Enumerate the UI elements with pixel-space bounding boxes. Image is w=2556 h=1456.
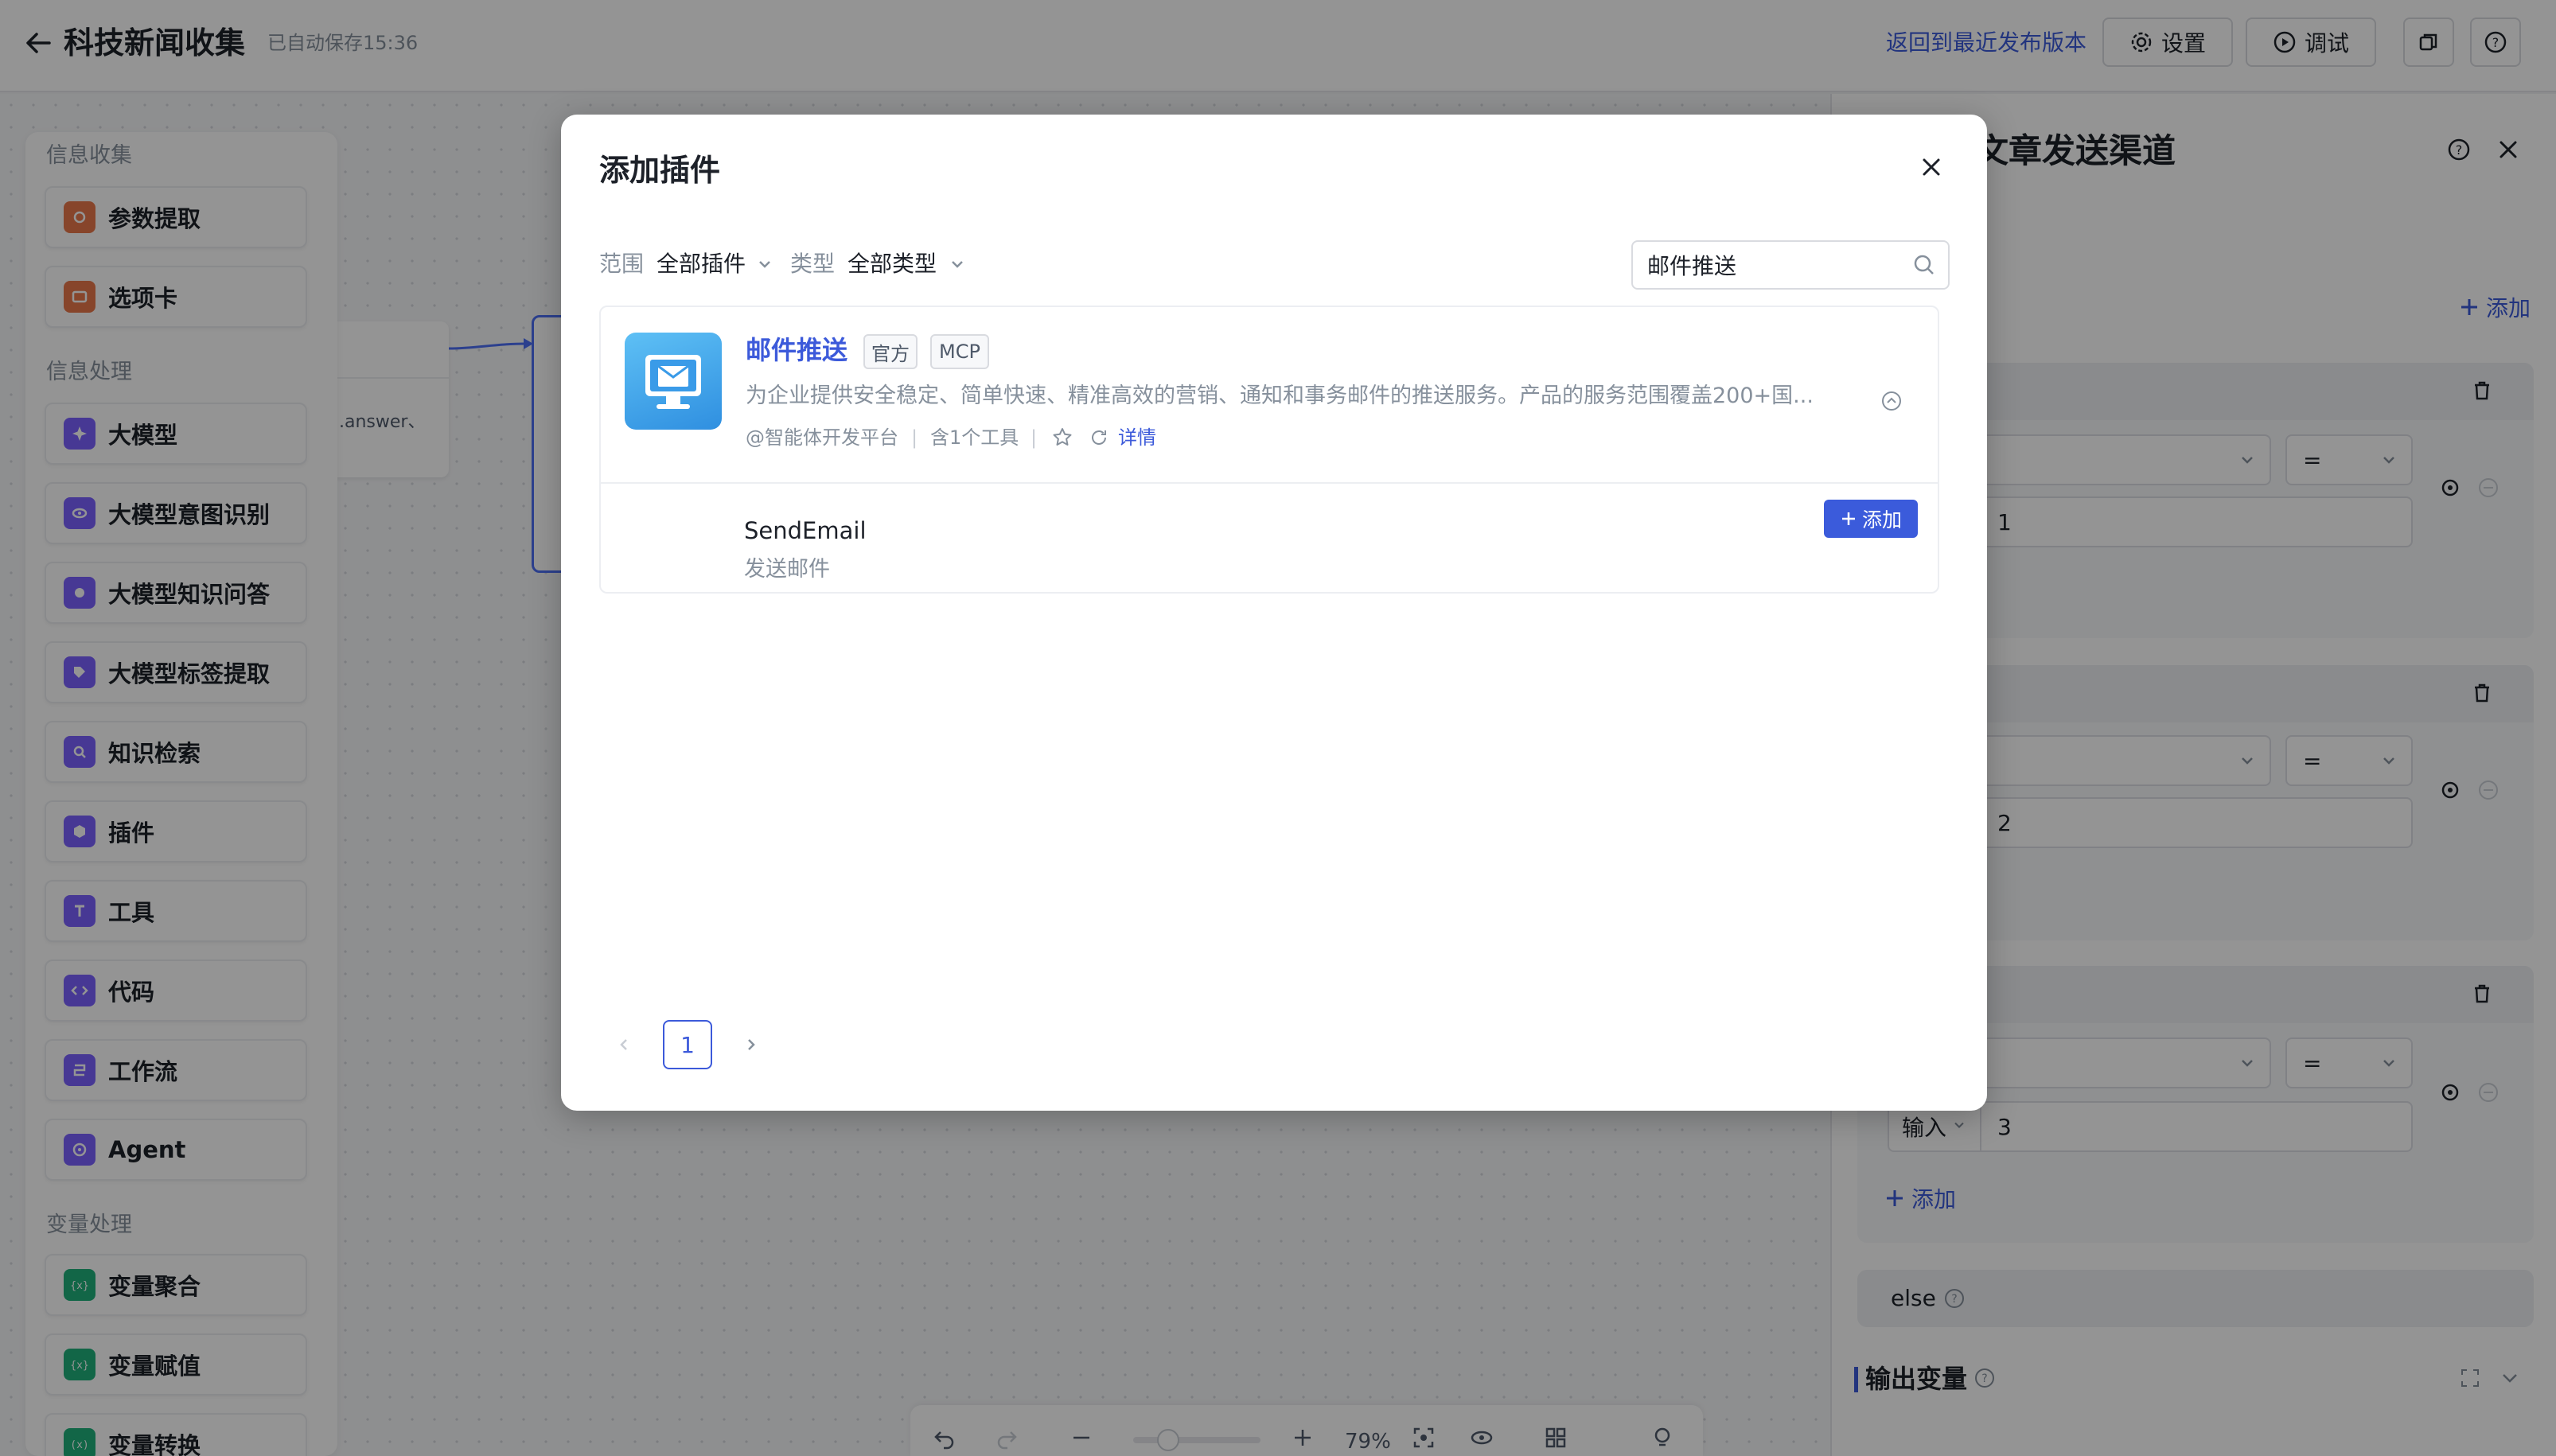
plugin-publisher: @智能体开发平台	[746, 426, 898, 449]
card-divider	[601, 482, 1938, 484]
search-input[interactable]: 邮件推送	[1631, 240, 1950, 290]
collapse-icon[interactable]	[1880, 390, 1903, 412]
plugin-logo	[625, 333, 722, 430]
tool-description: 发送邮件	[744, 557, 830, 582]
prev-page-button[interactable]	[599, 1020, 649, 1069]
page-number-button[interactable]: 1	[663, 1020, 712, 1069]
official-tag: 官方	[863, 334, 918, 369]
dialog-title: 添加插件	[599, 153, 721, 188]
next-page-button[interactable]	[727, 1020, 776, 1069]
chevron-right-icon	[742, 1035, 761, 1054]
type-filter-select[interactable]: 全部类型	[847, 248, 937, 280]
refresh-icon[interactable]	[1088, 426, 1110, 449]
scope-filter-select[interactable]: 全部插件	[657, 248, 746, 280]
plugin-description: 为企业提供安全稳定、简单快速、精准高效的营销、通知和事务邮件的推送服务。产品的服…	[746, 383, 1814, 408]
meta-divider: |	[911, 426, 918, 449]
meta-divider: |	[1031, 426, 1038, 449]
chevron-left-icon	[614, 1035, 633, 1054]
scope-filter-label: 范围	[599, 251, 645, 277]
plus-icon	[1840, 510, 1857, 528]
plugin-tool-count: 含1个工具	[930, 426, 1019, 449]
type-filter-label: 类型	[790, 251, 836, 277]
plugin-name[interactable]: 邮件推送	[746, 333, 847, 368]
star-icon[interactable]	[1051, 426, 1073, 449]
mcp-tag: MCP	[930, 334, 989, 369]
add-plugin-dialog: 添加插件 范围 全部插件 类型 全部类型 邮件推送 邮件推送 官方 MCP 为企…	[561, 115, 1987, 1111]
close-icon[interactable]	[1914, 150, 1949, 185]
add-tool-button[interactable]: 添加	[1824, 500, 1918, 538]
tool-name: SendEmail	[744, 517, 867, 544]
plugin-result-card: 邮件推送 官方 MCP 为企业提供安全稳定、简单快速、精准高效的营销、通知和事务…	[599, 306, 1939, 594]
search-icon[interactable]	[1912, 253, 1936, 277]
detail-link[interactable]: 详情	[1118, 423, 1156, 452]
chevron-down-icon[interactable]	[948, 255, 967, 274]
chevron-down-icon[interactable]	[755, 255, 774, 274]
